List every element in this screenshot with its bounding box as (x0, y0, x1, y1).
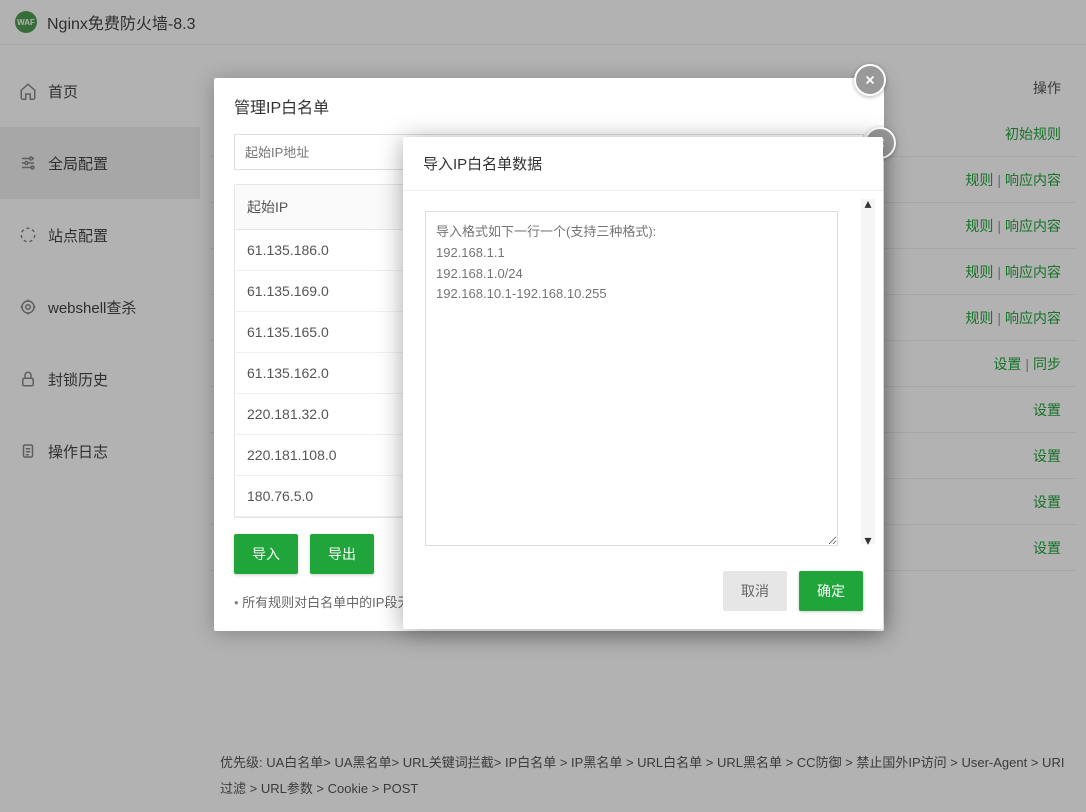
export-button[interactable]: 导出 (310, 534, 374, 574)
scroll-up-icon[interactable]: ▴ (861, 199, 875, 207)
modal-title: 管理IP白名单 (214, 78, 884, 134)
import-button[interactable]: 导入 (234, 534, 298, 574)
import-modal-title: 导入IP白名单数据 (403, 137, 883, 191)
import-ip-textarea[interactable] (425, 211, 838, 546)
confirm-button[interactable]: 确定 (799, 571, 863, 611)
cancel-button[interactable]: 取消 (723, 571, 787, 611)
import-ip-data-modal: 导入IP白名单数据 ▴ ▾ 取消 确定 (403, 137, 883, 629)
scrollbar[interactable]: ▴ ▾ (861, 199, 875, 544)
scroll-down-icon[interactable]: ▾ (861, 536, 875, 544)
close-ip-whitelist-button[interactable] (854, 64, 886, 96)
